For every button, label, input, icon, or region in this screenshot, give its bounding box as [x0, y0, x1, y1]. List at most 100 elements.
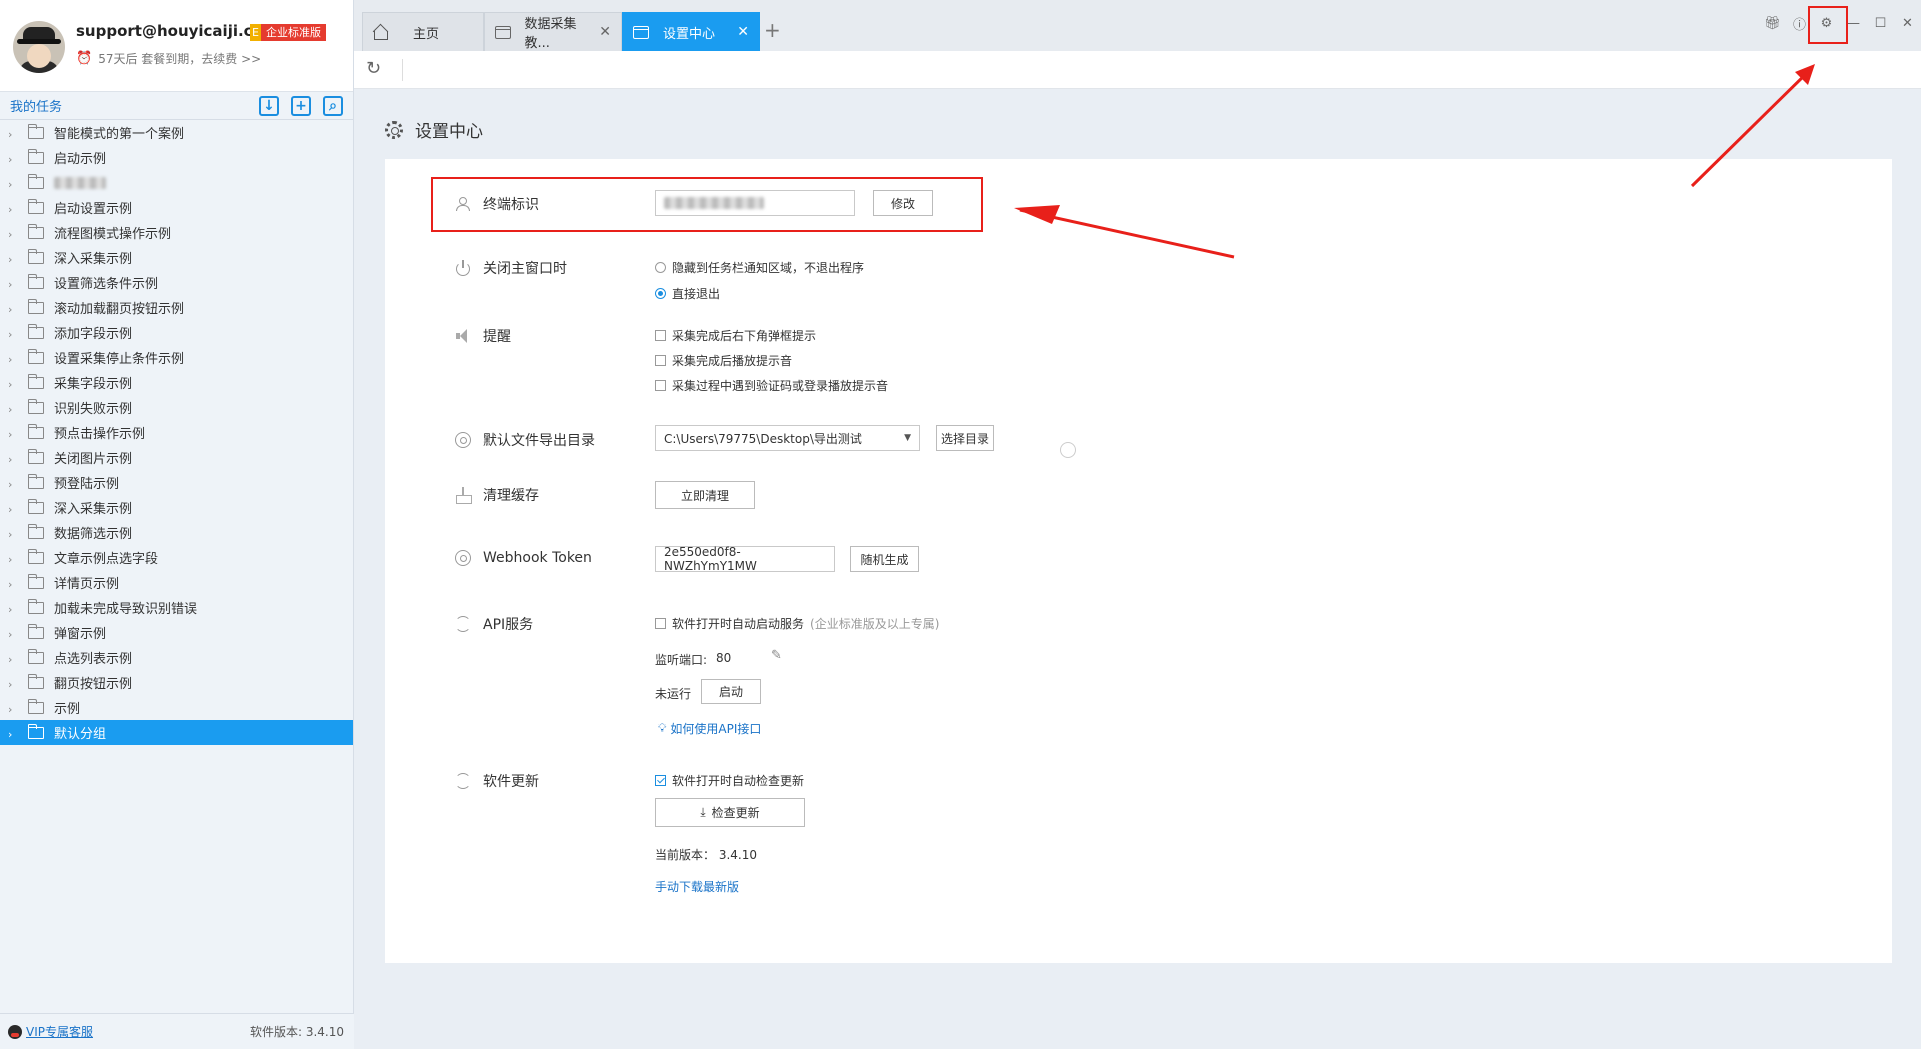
- chevron-right-icon[interactable]: ›: [8, 353, 18, 366]
- chevron-right-icon[interactable]: ›: [8, 528, 18, 541]
- close-window-label: 关闭主窗口时: [455, 258, 567, 278]
- gear-icon: [385, 120, 403, 139]
- task-group-item[interactable]: › 深入采集示例: [0, 495, 353, 520]
- task-group-item[interactable]: › 采集字段示例: [0, 370, 353, 395]
- chevron-right-icon[interactable]: ›: [8, 553, 18, 566]
- chevron-right-icon[interactable]: ›: [8, 628, 18, 641]
- option-play-sound[interactable]: 采集完成后播放提示音: [655, 352, 792, 369]
- window-icon: [633, 25, 649, 39]
- import-task-icon[interactable]: ↓: [259, 95, 279, 116]
- tab-tutorial[interactable]: 数据采集教... ✕: [484, 12, 622, 51]
- chevron-right-icon[interactable]: ›: [8, 128, 18, 141]
- task-group-item[interactable]: ›: [0, 170, 353, 195]
- chevron-right-icon[interactable]: ›: [8, 603, 18, 616]
- radio-hide-to-tray[interactable]: [655, 262, 666, 273]
- start-api-button[interactable]: 启动: [701, 679, 761, 704]
- close-window-button[interactable]: ✕: [1894, 10, 1921, 36]
- task-group-item[interactable]: › 点选列表示例: [0, 645, 353, 670]
- export-dir-select[interactable]: C:\Users\79775\Desktop\导出测试 ▼: [655, 425, 920, 451]
- folder-icon: [28, 298, 44, 314]
- close-icon[interactable]: ✕: [599, 24, 611, 40]
- chevron-right-icon[interactable]: ›: [8, 203, 18, 216]
- terminal-id-field[interactable]: [655, 190, 855, 216]
- task-group-item[interactable]: › 滚动加载翻页按钮示例: [0, 295, 353, 320]
- chevron-right-icon[interactable]: ›: [8, 478, 18, 491]
- webhook-token-field[interactable]: 2e550ed0f8-NWZhYmY1MW: [655, 545, 835, 573]
- chevron-right-icon[interactable]: ›: [8, 503, 18, 516]
- task-group-item[interactable]: › 启动设置示例: [0, 195, 353, 220]
- modify-button[interactable]: 修改: [873, 190, 933, 216]
- task-group-item[interactable]: › 启动示例: [0, 145, 353, 170]
- chevron-right-icon[interactable]: ›: [8, 228, 18, 241]
- task-group-item[interactable]: › 弹窗示例: [0, 620, 353, 645]
- maximize-button[interactable]: ☐: [1867, 10, 1894, 36]
- task-group-item[interactable]: › 默认分组: [0, 720, 353, 745]
- chevron-right-icon[interactable]: ›: [8, 328, 18, 341]
- option-popup-notice[interactable]: 采集完成后右下角弹框提示: [655, 327, 816, 344]
- task-group-item[interactable]: › 预点击操作示例: [0, 420, 353, 445]
- chevron-right-icon[interactable]: ›: [8, 428, 18, 441]
- task-group-item[interactable]: › 关闭图片示例: [0, 445, 353, 470]
- close-icon[interactable]: ✕: [737, 24, 749, 40]
- search-task-icon[interactable]: ⌕: [323, 95, 343, 116]
- checkbox-captcha-sound[interactable]: [655, 380, 666, 391]
- task-group-item[interactable]: › 添加字段示例: [0, 320, 353, 345]
- choose-dir-button[interactable]: 选择目录: [936, 425, 994, 451]
- chevron-right-icon[interactable]: ›: [8, 278, 18, 291]
- random-generate-button[interactable]: 随机生成: [850, 546, 919, 572]
- task-group-item[interactable]: › 文章示例点选字段: [0, 545, 353, 570]
- refresh-icon[interactable]: ↻: [366, 59, 386, 79]
- chevron-right-icon[interactable]: ›: [8, 678, 18, 691]
- chevron-right-icon[interactable]: ›: [8, 578, 18, 591]
- option-captcha-sound[interactable]: 采集过程中遇到验证码或登录播放提示音: [655, 377, 888, 394]
- task-group-item[interactable]: › 数据筛选示例: [0, 520, 353, 545]
- task-group-item[interactable]: › 预登陆示例: [0, 470, 353, 495]
- clear-cache-button[interactable]: 立即清理: [655, 481, 755, 509]
- chevron-right-icon[interactable]: ›: [8, 403, 18, 416]
- task-group-item[interactable]: › 详情页示例: [0, 570, 353, 595]
- chevron-down-icon: ▼: [904, 433, 911, 443]
- subscription-expire[interactable]: ⏰ 57天后 套餐到期，去续费 >>: [76, 50, 261, 67]
- new-tab-button[interactable]: +: [764, 18, 781, 42]
- task-group-item[interactable]: › 设置采集停止条件示例: [0, 345, 353, 370]
- chevron-right-icon[interactable]: ›: [8, 253, 18, 266]
- manual-download-link[interactable]: 手动下载最新版: [655, 878, 739, 895]
- avatar[interactable]: [13, 21, 65, 73]
- tab-home[interactable]: 主页: [362, 12, 484, 51]
- sidebar: support@houyicaiji.c... E 企业标准版 ⏰ 57天后 套餐…: [0, 0, 354, 1049]
- new-task-icon[interactable]: +: [291, 95, 311, 116]
- option-exit-directly[interactable]: 直接退出: [655, 285, 720, 302]
- chevron-right-icon[interactable]: ›: [8, 153, 18, 166]
- vip-support-link[interactable]: VIP专属客服: [8, 1023, 93, 1040]
- task-group-item[interactable]: › 设置筛选条件示例: [0, 270, 353, 295]
- task-group-item[interactable]: › 流程图模式操作示例: [0, 220, 353, 245]
- option-auto-check-update[interactable]: 软件打开时自动检查更新: [655, 772, 804, 789]
- check-update-button[interactable]: ⤓ 检查更新: [655, 798, 805, 827]
- api-help-link[interactable]: 💡︎ 如何使用API接口: [658, 720, 761, 737]
- task-group-item[interactable]: › 示例: [0, 695, 353, 720]
- sync-icon: [455, 773, 471, 789]
- radio-exit-directly[interactable]: [655, 288, 666, 299]
- chevron-right-icon[interactable]: ›: [8, 703, 18, 716]
- option-api-autostart[interactable]: 软件打开时自动启动服务 (企业标准版及以上专属): [655, 615, 939, 632]
- task-group-item[interactable]: › 深入采集示例: [0, 245, 353, 270]
- page-title: 设置中心: [385, 117, 483, 142]
- checkbox-popup-notice[interactable]: [655, 330, 666, 341]
- edit-pencil-icon[interactable]: ✎: [771, 648, 782, 663]
- option-hide-to-tray[interactable]: 隐藏到任务栏通知区域，不退出程序: [655, 259, 864, 276]
- checkbox-api-autostart[interactable]: [655, 618, 666, 629]
- gift-icon[interactable]: 🎁︎: [1759, 10, 1786, 36]
- tab-settings[interactable]: 设置中心 ✕: [622, 12, 760, 51]
- chevron-right-icon[interactable]: ›: [8, 653, 18, 666]
- task-group-item[interactable]: › 加载未完成导致识别错误: [0, 595, 353, 620]
- task-group-item[interactable]: › 翻页按钮示例: [0, 670, 353, 695]
- chevron-right-icon[interactable]: ›: [8, 728, 18, 741]
- chevron-right-icon[interactable]: ›: [8, 178, 18, 191]
- chevron-right-icon[interactable]: ›: [8, 378, 18, 391]
- checkbox-play-sound[interactable]: [655, 355, 666, 366]
- chevron-right-icon[interactable]: ›: [8, 453, 18, 466]
- chevron-right-icon[interactable]: ›: [8, 303, 18, 316]
- checkbox-auto-check-update[interactable]: [655, 775, 666, 786]
- task-group-item[interactable]: › 识别失败示例: [0, 395, 353, 420]
- task-group-item[interactable]: › 智能模式的第一个案例: [0, 120, 353, 145]
